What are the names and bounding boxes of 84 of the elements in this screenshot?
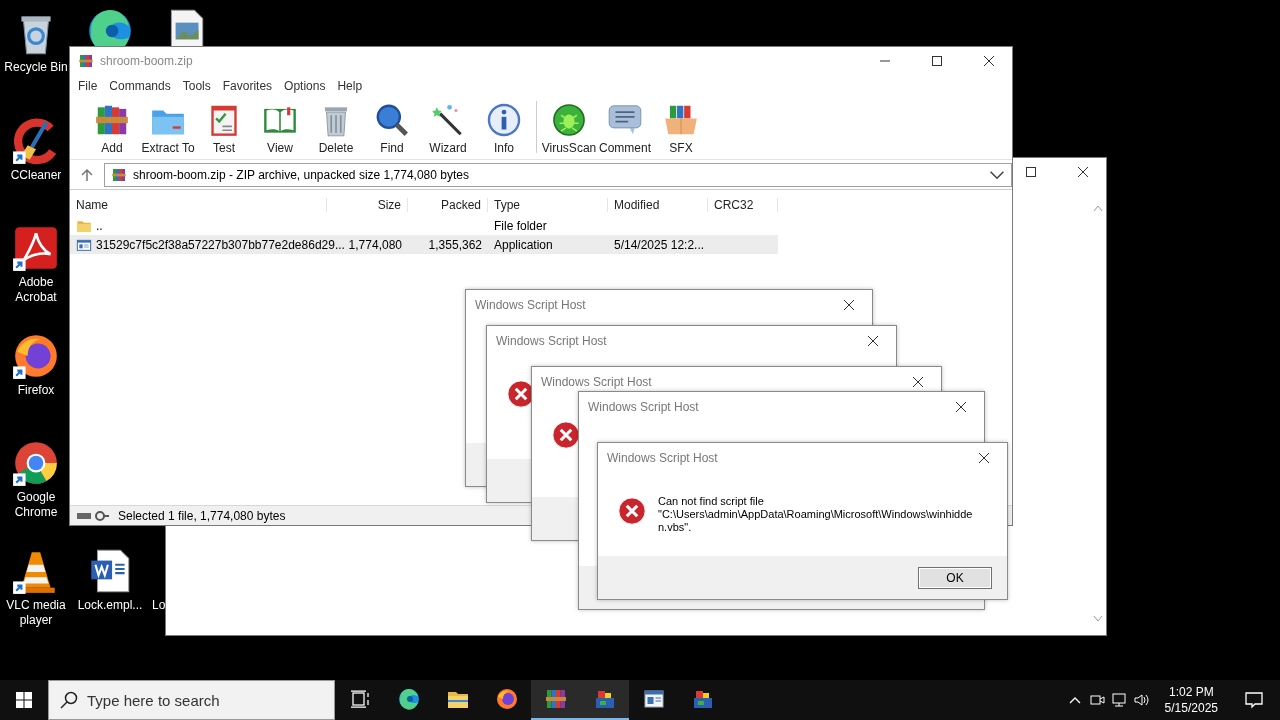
toolbar-button[interactable]: Test xyxy=(196,101,252,155)
scroll-down-icon[interactable] xyxy=(1092,615,1103,623)
status-text: Selected 1 file, 1,774,080 bytes xyxy=(118,508,286,523)
table-cell: 5/14/2025 12:2... xyxy=(614,237,705,252)
file-row[interactable]: .. File folder xyxy=(70,216,778,235)
books-icon xyxy=(78,53,94,69)
dialog-title: Windows Script Host xyxy=(475,298,587,312)
toolbar-button[interactable]: View xyxy=(252,101,308,155)
clock-date[interactable]: 5/15/2025 xyxy=(1164,700,1218,716)
menu-item[interactable]: Help xyxy=(337,79,363,93)
file-row[interactable]: 31529c7f5c2f38a57227b307bb77e2de86d29... 1,774,080 1,355,362 Application 5/14/2025 12:2... xyxy=(70,235,778,254)
file-name: 31529c7f5c2f38a57227b307bb77e2de86d29... xyxy=(96,237,345,252)
toolbar-button[interactable]: Comment xyxy=(597,101,653,155)
maximize-icon[interactable] xyxy=(1025,166,1037,178)
desktop-icon-label[interactable]: VLC media player xyxy=(0,598,73,628)
menu-item[interactable]: Commands xyxy=(109,79,171,93)
dialog-title: Windows Script Host xyxy=(541,375,653,389)
error-message: Can not find script file "C:\Users\admin\AppData\Roaming\Microsoft\Windows\winhidden.vbs". xyxy=(658,495,974,534)
close-icon[interactable] xyxy=(1077,166,1089,178)
error-icon xyxy=(618,497,646,525)
menu-item[interactable]: Options xyxy=(284,79,326,93)
taskbar-button[interactable] xyxy=(531,680,580,720)
drive-key-icon xyxy=(76,509,110,522)
search-field[interactable]: Type here to search xyxy=(48,680,335,720)
notification-icon[interactable] xyxy=(1244,690,1264,710)
desktop-icon-label[interactable]: Recycle Bin xyxy=(4,60,68,75)
menu-item[interactable]: Tools xyxy=(182,79,211,93)
network-icon[interactable] xyxy=(1110,692,1127,708)
toolbar-button[interactable]: Wizard xyxy=(420,101,476,155)
volume-icon[interactable] xyxy=(1132,692,1149,708)
table-cell: 1,774,080 xyxy=(348,237,402,252)
close-icon[interactable] xyxy=(978,452,990,464)
window-icon xyxy=(641,687,666,711)
dialog-title: Windows Script Host xyxy=(588,400,700,414)
address-field[interactable]: shroom-boom.zip - ZIP archive, unpacked size 1,774,080 bytes xyxy=(104,162,1012,187)
toolbar-button[interactable]: Info xyxy=(476,101,532,155)
window-title: shroom-boom.zip xyxy=(100,54,193,68)
column-header[interactable]: Modified xyxy=(608,198,708,212)
table-cell: File folder xyxy=(494,218,547,233)
search-icon xyxy=(60,691,78,709)
toolbar-button[interactable]: SFX xyxy=(653,101,709,155)
close-icon[interactable] xyxy=(867,335,879,347)
desktop-icon-label[interactable]: Lo xyxy=(152,598,166,613)
close-icon[interactable] xyxy=(955,401,967,413)
clock-time[interactable]: 1:02 PM xyxy=(1168,684,1214,700)
windows-logo-icon[interactable] xyxy=(16,692,32,708)
close-icon[interactable] xyxy=(912,376,924,388)
close-icon[interactable] xyxy=(843,299,855,311)
toolbar-button[interactable]: Delete xyxy=(308,101,364,155)
dialog-title: Windows Script Host xyxy=(496,334,608,348)
browser-icon xyxy=(396,687,421,711)
taskbar-button[interactable] xyxy=(580,680,629,720)
ok-button[interactable]: OK xyxy=(918,566,992,589)
toolbar-button[interactable]: Find xyxy=(364,101,420,155)
dialog-title: Windows Script Host xyxy=(607,451,719,465)
desktop-icon-label[interactable]: Lock.empl... xyxy=(77,598,143,613)
table-cell: 1,355,362 xyxy=(428,237,482,252)
column-header[interactable]: Name xyxy=(70,198,327,212)
bug-icon xyxy=(550,101,588,139)
up-arrow-icon[interactable] xyxy=(80,167,94,182)
toolbar-button[interactable]: VirusScan xyxy=(541,101,597,155)
column-header[interactable]: CRC32 xyxy=(708,198,778,212)
camera-icon[interactable] xyxy=(1088,692,1105,708)
address-text: shroom-boom.zip - ZIP archive, unpacked size 1,774,080 bytes xyxy=(133,167,470,182)
file-name: .. xyxy=(96,218,103,233)
books-icon xyxy=(111,166,127,183)
desktop-icon-label[interactable]: Firefox xyxy=(17,383,55,398)
desktop-icon-label[interactable]: CCleaner xyxy=(10,168,62,183)
desktop-icon-label[interactable]: Adobe Acrobat xyxy=(0,275,73,305)
table-cell: Application xyxy=(494,237,553,252)
scroll-up-icon[interactable] xyxy=(1092,204,1103,212)
column-header[interactable]: Type xyxy=(488,198,608,212)
maximize-icon[interactable] xyxy=(931,55,943,67)
toolbar-button[interactable]: Extract To xyxy=(140,101,196,155)
info-icon xyxy=(485,101,523,139)
books-icon xyxy=(543,687,568,711)
column-header[interactable]: Packed xyxy=(408,198,488,212)
column-header[interactable]: Size xyxy=(327,198,408,212)
toolbar-button[interactable]: Add xyxy=(84,101,140,155)
menu-item[interactable]: File xyxy=(78,79,98,93)
menu-item[interactable]: Favorites xyxy=(222,79,273,93)
close-icon[interactable] xyxy=(983,55,995,67)
browser-icon xyxy=(494,687,519,711)
desktop-icon-label[interactable]: Google Chrome xyxy=(0,490,73,520)
